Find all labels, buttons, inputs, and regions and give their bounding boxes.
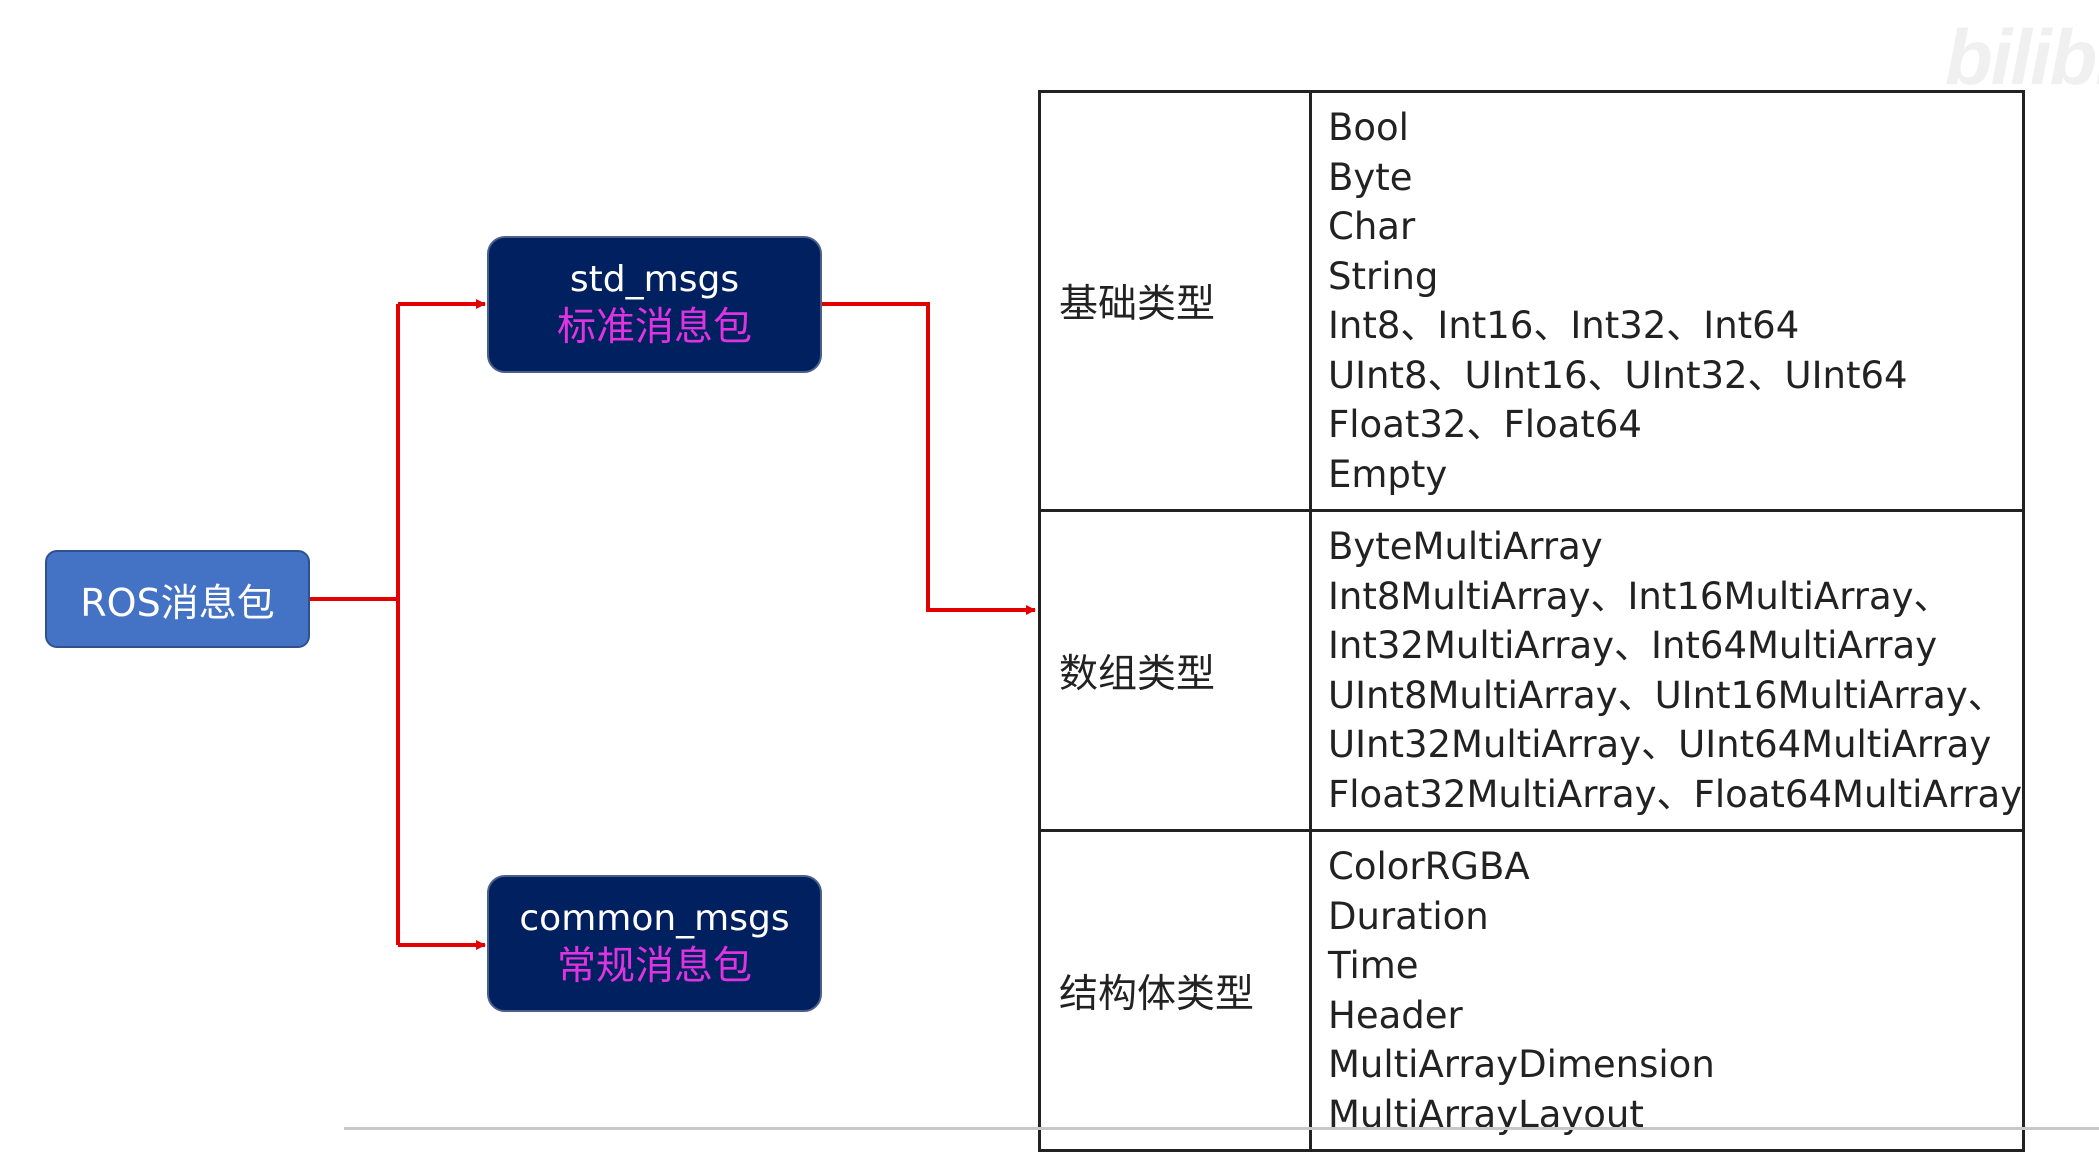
root-to-packages-connector	[310, 299, 486, 950]
type-item: Char	[1328, 205, 1416, 248]
type-item: Time	[1328, 944, 1419, 987]
type-item: UInt8MultiArray、UInt16MultiArray、	[1328, 673, 2005, 717]
ros-message-package-label: ROS消息包	[80, 580, 275, 625]
type-item: Duration	[1328, 894, 1489, 938]
type-item: Header	[1328, 993, 1463, 1037]
type-item: Int32MultiArray、Int64MultiArray	[1328, 624, 1938, 667]
std-msgs-type-table: 基础类型 Bool Byte Char String Int8、Int16、In…	[1038, 90, 2025, 1152]
type-list-cell: Bool Byte Char String Int8、Int16、Int32、I…	[1309, 90, 2025, 512]
type-item: Empty	[1328, 452, 1448, 496]
arrow-std-msgs-to-table	[822, 302, 1036, 615]
ros-message-package-node: ROS消息包	[45, 550, 310, 648]
type-item: Byte	[1328, 155, 1413, 199]
std-msgs-name: std_msgs	[569, 258, 740, 300]
type-item: MultiArrayLayout	[1328, 1092, 1644, 1136]
type-item: String	[1328, 254, 1439, 298]
type-item: Float32MultiArray、Float64MultiArray	[1328, 772, 2023, 816]
common-msgs-node: common_msgs 常规消息包	[487, 875, 822, 1012]
category-cell: 结构体类型	[1038, 829, 1312, 1152]
table-row-basic-types: 基础类型 Bool Byte Char String Int8、Int16、In…	[1038, 90, 2025, 512]
std-msgs-label: 标准消息包	[556, 304, 752, 350]
type-item: UInt8、UInt16、UInt32、UInt64	[1328, 353, 1908, 397]
type-item: Float32、Float64	[1328, 403, 1642, 446]
table-row-array-types: 数组类型 ByteMultiArray Int8MultiArray、Int16…	[1038, 509, 2025, 832]
type-item: ColorRGBA	[1328, 845, 1530, 888]
type-list-cell: ColorRGBA Duration Time Header MultiArra…	[1309, 829, 2025, 1152]
common-msgs-name: common_msgs	[519, 897, 790, 939]
type-item: MultiArrayDimension	[1328, 1043, 1715, 1086]
type-item: Int8MultiArray、Int16MultiArray、	[1328, 574, 1951, 618]
type-item: ByteMultiArray	[1328, 525, 1603, 568]
common-msgs-label: 常规消息包	[556, 943, 752, 989]
table-row-struct-types: 结构体类型 ColorRGBA Duration Time Header Mul…	[1038, 829, 2025, 1152]
type-list-cell: ByteMultiArray Int8MultiArray、Int16Multi…	[1309, 509, 2025, 832]
type-item: Int8、Int16、Int32、Int64	[1328, 304, 1800, 347]
category-cell: 基础类型	[1038, 90, 1312, 512]
type-item: UInt32MultiArray、UInt64MultiArray	[1328, 723, 1992, 766]
category-cell: 数组类型	[1038, 509, 1312, 832]
std-msgs-node: std_msgs 标准消息包	[487, 236, 822, 373]
type-item: Bool	[1328, 106, 1409, 149]
